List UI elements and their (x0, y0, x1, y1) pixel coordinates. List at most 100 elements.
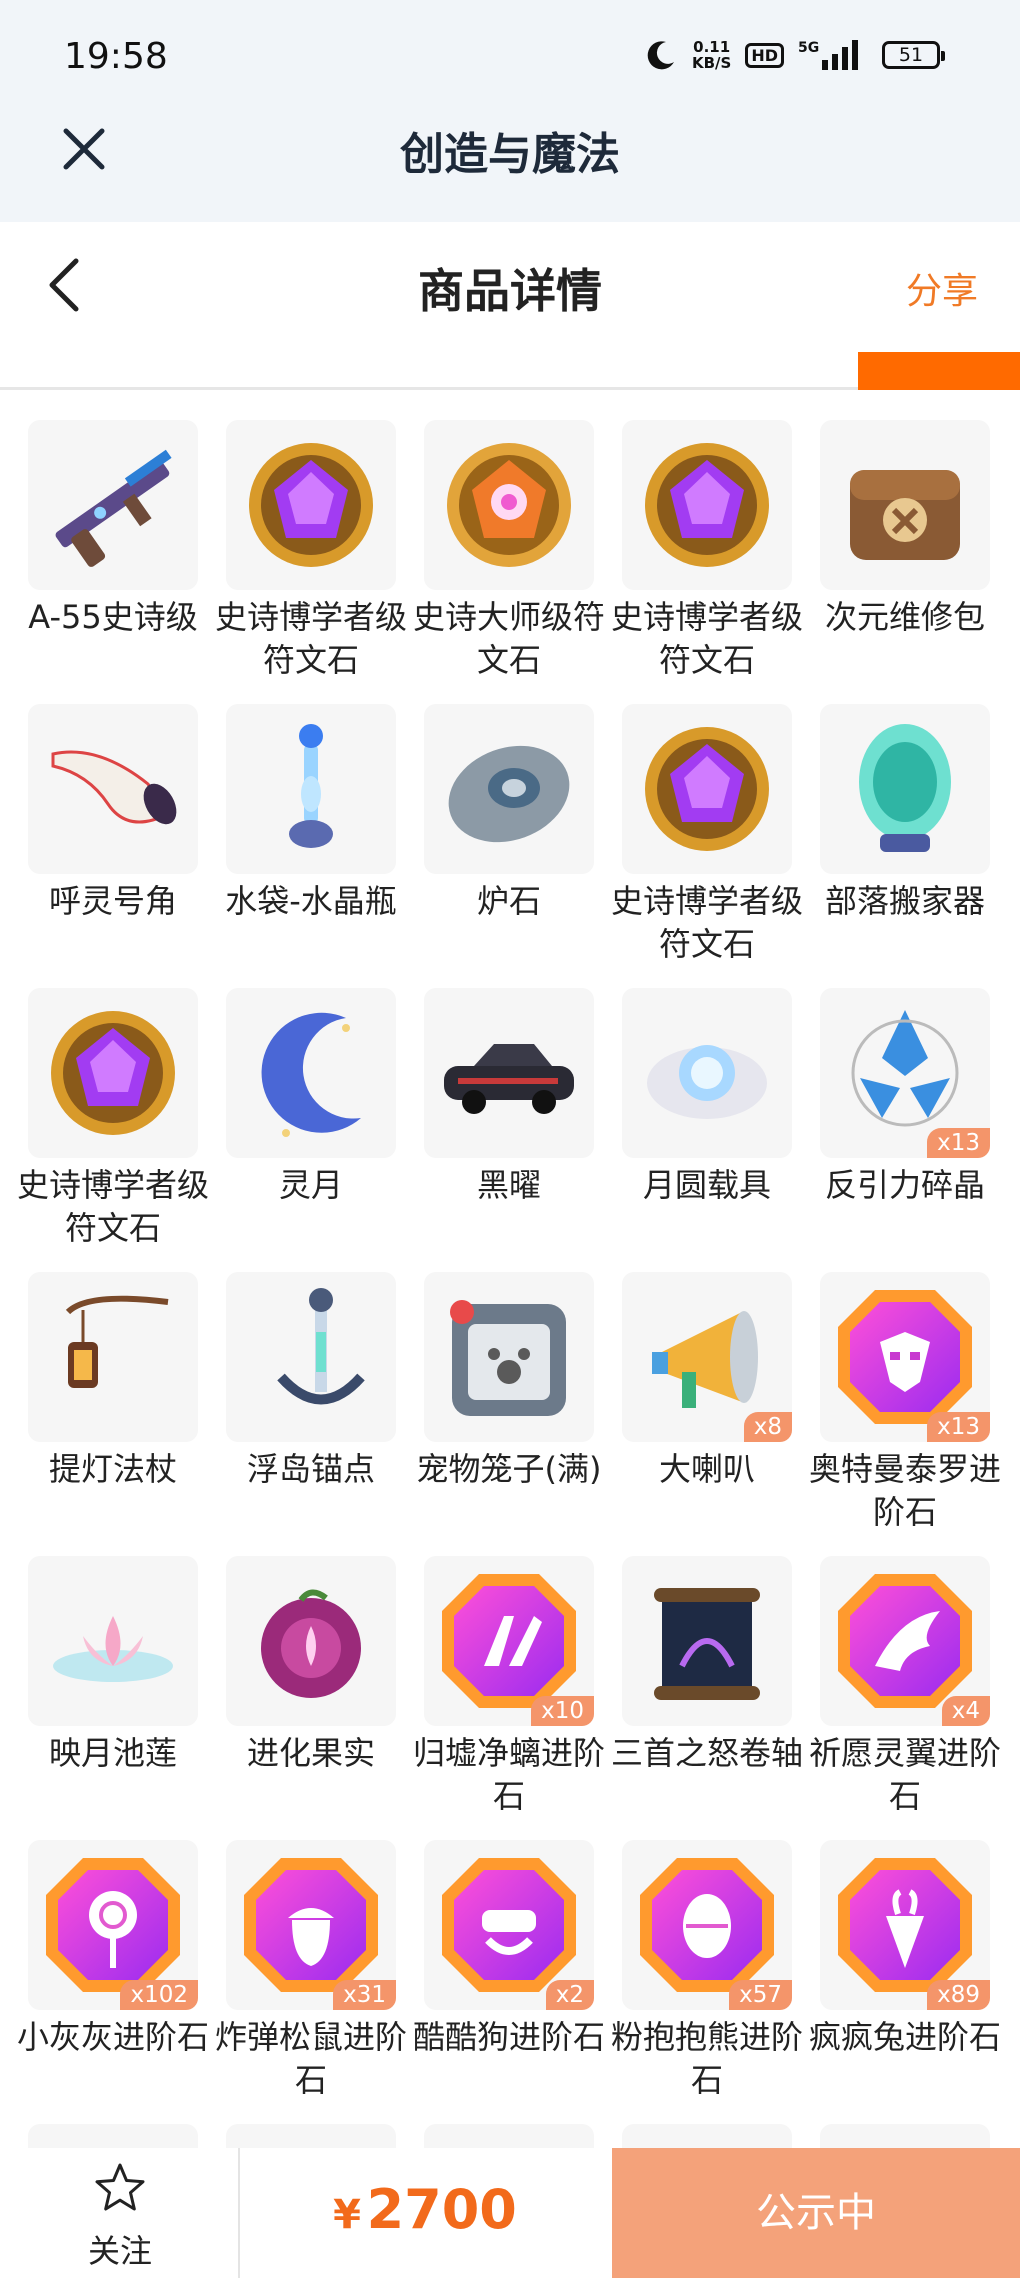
network-type: 5G (798, 40, 819, 56)
item-thumbnail[interactable] (28, 988, 198, 1158)
pet-cage-icon (450, 1300, 566, 1416)
crescent-moon-icon (261, 1012, 361, 1137)
app-title: 创造与魔法 (400, 129, 620, 180)
scroll-icon (654, 1588, 760, 1700)
purple-rune-icon (645, 443, 769, 567)
net-speed: 0.11 KB/S (692, 39, 731, 71)
follow-label: 关注 (87, 2232, 152, 2270)
item-name: 反引力碎晶 (824, 1166, 985, 1204)
follow-button[interactable]: 关注 (0, 2148, 240, 2278)
status-time: 19:58 (64, 36, 168, 77)
item-name: 酷酷狗进阶石 (412, 2018, 605, 2056)
item-thumbnail[interactable]: x102 (28, 1840, 198, 2010)
item-name: 宠物笼子(满) (416, 1450, 602, 1488)
item-thumbnail[interactable]: x8 (622, 1272, 792, 1442)
item-thumbnail[interactable] (424, 420, 594, 590)
item-thumbnail[interactable] (226, 704, 396, 874)
item-name: 水袋-水晶瓶 (225, 882, 397, 920)
rifle-icon (55, 449, 172, 567)
item-thumbnail[interactable]: x57 (622, 1840, 792, 2010)
item-thumbnail-partial[interactable] (820, 2124, 990, 2148)
item-name: 疯疯兔进阶石 (808, 2018, 1001, 2056)
page-title: 商品详情 (418, 264, 602, 318)
status-button[interactable]: 公示中 (612, 2148, 1020, 2278)
item-name: 提灯法杖 (48, 1450, 177, 1488)
item-name: 进化果实 (246, 1734, 375, 1772)
crystal-bottle-icon (289, 724, 333, 848)
item-thumbnail[interactable] (622, 988, 792, 1158)
item-count-badge: x89 (927, 1980, 990, 2010)
item-name: 小灰灰进阶石 (16, 2018, 209, 2056)
item-thumbnail-partial[interactable] (424, 2124, 594, 2148)
item-thumbnail[interactable]: x13 (820, 1272, 990, 1442)
item-thumbnail-partial[interactable] (622, 2124, 792, 2148)
lantern-staff-icon (65, 1295, 169, 1388)
item-name: 呼灵号角 (48, 882, 177, 920)
item-thumbnail[interactable] (622, 704, 792, 874)
item-thumbnail[interactable] (226, 988, 396, 1158)
item-name: 映月池莲 (48, 1734, 177, 1772)
star-icon (95, 2163, 145, 2211)
item-count-badge: x4 (941, 1696, 990, 1726)
net-speed-value: 0.11 (693, 38, 731, 56)
item-thumbnail[interactable] (820, 420, 990, 590)
item-thumbnail-partial[interactable] (226, 2124, 396, 2148)
purple-rune-icon (249, 443, 373, 567)
item-count-badge: x8 (743, 1412, 792, 1442)
share-button[interactable]: 分享 (906, 262, 978, 314)
moon-icon (647, 41, 674, 70)
status-icons: 0.11 KB/S HD 5G 51 (644, 38, 945, 72)
item-name: 史诗博学者级符文石 (16, 1166, 209, 1247)
item-name: 大喇叭 (658, 1450, 755, 1488)
item-thumbnail[interactable]: x4 (820, 1556, 990, 1726)
item-thumbnail[interactable] (226, 420, 396, 590)
car-icon (444, 1044, 574, 1114)
item-thumbnail-partial[interactable] (28, 2124, 198, 2148)
hearthstone-icon (448, 745, 570, 843)
signal-icon: 5G (798, 40, 858, 70)
item-thumbnail[interactable] (424, 1272, 594, 1442)
item-name: 奥特曼泰罗进阶石 (808, 1450, 1001, 1531)
item-thumbnail[interactable] (622, 1556, 792, 1726)
battery-icon: 51 (882, 41, 945, 69)
tribe-egg-icon (859, 724, 951, 852)
item-count-badge: x13 (927, 1128, 990, 1158)
item-thumbnail[interactable]: x2 (424, 1840, 594, 2010)
price-value: 2700 (366, 2178, 517, 2241)
item-name: 炉石 (476, 882, 541, 920)
item-thumbnail[interactable] (226, 1272, 396, 1442)
item-name: 部落搬家器 (824, 882, 985, 920)
item-name: 史诗大师级符文石 (412, 598, 605, 679)
item-thumbnail[interactable] (226, 1556, 396, 1726)
moon-orb-icon (647, 1045, 767, 1119)
anchor-icon (277, 1288, 365, 1405)
item-thumbnail[interactable] (28, 1272, 198, 1442)
item-thumbnail[interactable] (28, 1556, 198, 1726)
item-name: 灵月 (278, 1166, 343, 1204)
item-name: 祈愿灵翼进阶石 (808, 1734, 1001, 1815)
item-name: 次元维修包 (824, 598, 985, 636)
bottom-bar: 关注 ¥ 2700 公示中 (0, 2148, 1020, 2278)
item-thumbnail[interactable] (820, 704, 990, 874)
purple-rune-icon (51, 1011, 175, 1135)
item-thumbnail[interactable]: x13 (820, 988, 990, 1158)
purple-rune-icon (645, 727, 769, 851)
orange-rune-icon (447, 443, 571, 567)
item-count-badge: x31 (333, 1980, 396, 2010)
item-name: A-55史诗级 (28, 598, 198, 636)
item-thumbnail[interactable] (28, 420, 198, 590)
item-name: 浮岛锚点 (246, 1450, 375, 1488)
item-thumbnail[interactable] (424, 988, 594, 1158)
item-count-badge: x57 (729, 1980, 792, 2010)
item-count-badge: x10 (531, 1696, 594, 1726)
item-thumbnail[interactable]: x10 (424, 1556, 594, 1726)
item-thumbnail[interactable]: x89 (820, 1840, 990, 2010)
item-thumbnail[interactable] (622, 420, 792, 590)
item-thumbnail[interactable] (28, 704, 198, 874)
item-thumbnail[interactable]: x31 (226, 1840, 396, 2010)
item-name: 归墟净螭进阶石 (412, 1734, 605, 1815)
item-count-badge: x102 (120, 1980, 198, 2010)
tab-indicator (858, 352, 1020, 390)
item-thumbnail[interactable] (424, 704, 594, 874)
item-name: 史诗博学者级符文石 (610, 882, 803, 963)
